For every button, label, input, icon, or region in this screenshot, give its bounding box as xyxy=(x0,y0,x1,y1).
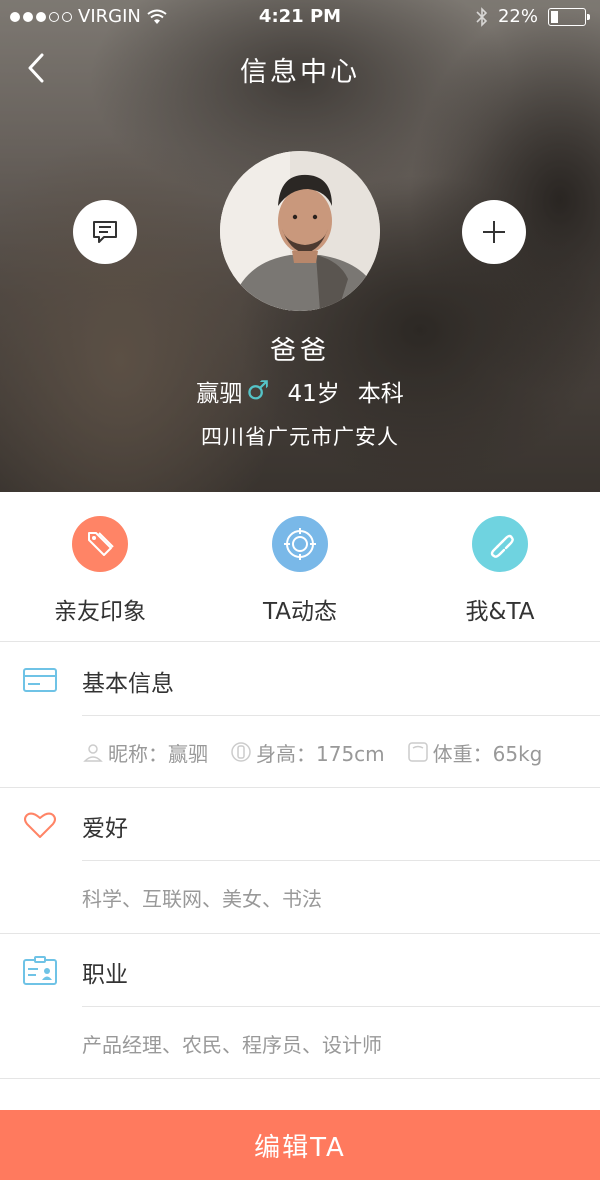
status-bar: VIRGIN 4:21 PM 22% xyxy=(0,0,600,34)
target-icon xyxy=(272,516,328,572)
message-button[interactable] xyxy=(73,200,137,264)
plus-icon xyxy=(483,221,505,243)
tab-label: TA动态 xyxy=(263,599,337,625)
edit-ta-button[interactable]: 编辑TA xyxy=(0,1110,600,1180)
section-title: 职业 xyxy=(82,962,128,988)
section-header: 爱好 xyxy=(0,788,600,861)
tab-relationship[interactable]: 我&TA xyxy=(400,492,600,641)
avatar[interactable] xyxy=(220,151,380,311)
basic-info-section: 基本信息 昵称：赢驷 身高：175cm 体重：65kg xyxy=(0,643,600,788)
heart-icon xyxy=(24,812,56,838)
battery-icon xyxy=(548,7,590,26)
job-value: 产品经理、农民、程序员、设计师 xyxy=(82,1032,382,1057)
hobby-value: 科学、互联网、美女、书法 xyxy=(82,886,322,911)
tab-label: 我&TA xyxy=(465,599,535,625)
section-title: 爱好 xyxy=(82,816,128,842)
profile-origin: 四川省广元市广安人 xyxy=(201,425,399,449)
scale-icon xyxy=(407,742,428,762)
hobby-section: 爱好 科学、互联网、美女、书法 xyxy=(0,788,600,934)
male-icon: ♂ xyxy=(246,376,270,406)
nickname-item: 昵称：赢驷 xyxy=(82,738,208,767)
profile-header: VIRGIN 4:21 PM 22% 信息中心 爸爸 赢驷 ♂ 41岁 本科 四… xyxy=(0,0,600,492)
bluetooth-icon xyxy=(476,6,488,27)
add-button[interactable] xyxy=(462,200,526,264)
id-card-icon xyxy=(23,668,57,692)
nickname-group: 赢驷 ♂ xyxy=(196,374,269,408)
section-header: 基本信息 xyxy=(0,643,600,716)
tag-icon xyxy=(72,516,128,572)
battery-percent: 22% xyxy=(497,6,538,27)
person-icon xyxy=(83,744,103,762)
basic-info-details: 昵称：赢驷 身高：175cm 体重：65kg xyxy=(82,716,600,788)
battery-fill xyxy=(551,10,558,23)
profile-meta: 赢驷 ♂ 41岁 本科 xyxy=(0,374,600,408)
profile-age: 41岁 xyxy=(287,381,340,407)
profile-name: 爸爸 xyxy=(269,336,330,366)
profile-nickname: 赢驷 xyxy=(196,381,243,407)
height-value: 身高：175cm xyxy=(256,741,385,766)
nickname-value: 昵称：赢驷 xyxy=(108,741,208,766)
tab-activity[interactable]: TA动态 xyxy=(200,492,400,641)
tab-impressions[interactable]: 亲友印象 xyxy=(0,492,200,641)
quick-tabs: 亲友印象 TA动态 我&TA xyxy=(0,492,600,642)
badge-card-icon xyxy=(23,956,57,985)
chat-bubble-icon xyxy=(93,221,117,243)
page-title: 信息中心 xyxy=(240,57,360,88)
job-section: 职业 产品经理、农民、程序员、设计师 xyxy=(0,934,600,1079)
avatar-photo xyxy=(220,151,380,311)
section-header: 职业 xyxy=(0,934,600,1007)
weight-value: 体重：65kg xyxy=(432,741,543,766)
weight-item: 体重：65kg xyxy=(407,738,543,767)
profile-education: 本科 xyxy=(357,381,404,407)
tab-label: 亲友印象 xyxy=(54,599,146,625)
status-right: 22% xyxy=(476,6,590,27)
section-title: 基本信息 xyxy=(82,671,174,697)
link-icon xyxy=(472,516,528,572)
height-item: 身高：175cm xyxy=(230,738,385,767)
ruler-icon xyxy=(231,742,251,762)
